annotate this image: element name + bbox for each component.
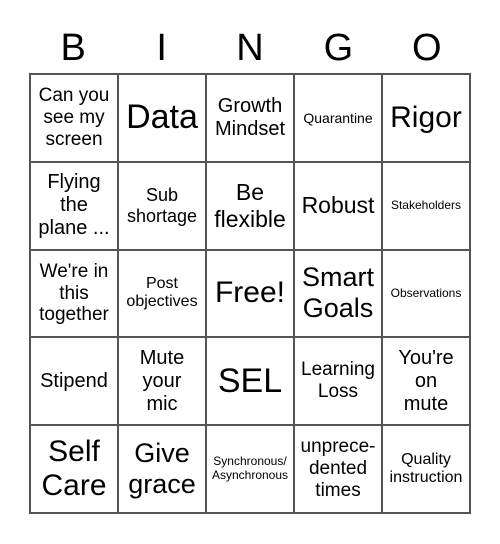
bingo-cell[interactable]: Data — [118, 74, 206, 162]
bingo-cell[interactable]: Self Care — [30, 425, 118, 513]
bingo-cell[interactable]: Be flexible — [206, 161, 294, 250]
bingo-cell[interactable]: Synchronous/ Asynchronous — [206, 425, 294, 513]
bingo-cell[interactable]: Mute your mic — [118, 337, 206, 426]
header-letter-n: N — [236, 27, 264, 69]
bingo-cell[interactable]: Observations — [382, 249, 470, 338]
bingo-cell[interactable]: Learning Loss — [294, 337, 382, 426]
bingo-cell[interactable]: Stipend — [30, 337, 118, 426]
bingo-cell[interactable]: Growth Mindset — [206, 74, 294, 162]
header-letter-b: B — [60, 27, 86, 69]
bingo-cell[interactable]: Robust — [294, 161, 382, 250]
bingo-cell[interactable]: We're in this together — [30, 249, 118, 338]
bingo-cell[interactable]: Smart Goals — [294, 249, 382, 338]
header-letter-i: I — [156, 27, 167, 69]
header-letter-o: O — [412, 27, 442, 69]
bingo-cell[interactable]: Rigor — [382, 74, 470, 162]
bingo-cell[interactable]: SEL — [206, 337, 294, 426]
free-space-cell[interactable]: Free! — [206, 249, 294, 338]
bingo-cell[interactable]: Stakeholders — [382, 161, 470, 250]
bingo-cell[interactable]: Can you see my screen — [30, 74, 118, 162]
bingo-cell[interactable]: Flying the plane ... — [30, 161, 118, 250]
bingo-cell[interactable]: Post objectives — [118, 249, 206, 338]
bingo-cell[interactable]: You're on mute — [382, 337, 470, 426]
bingo-cell[interactable]: Give grace — [118, 425, 206, 513]
header-letter-g: G — [323, 27, 354, 69]
bingo-cell[interactable]: unprece- dented times — [294, 425, 382, 513]
bingo-cell[interactable]: Quality instruction — [382, 425, 470, 513]
bingo-grid: Can you see my screen Data Growth Mindset Q… — [29, 73, 471, 514]
bingo-header: B I N G O — [29, 26, 471, 70]
bingo-cell[interactable]: Quarantine — [294, 74, 382, 162]
bingo-cell[interactable]: Sub shortage — [118, 161, 206, 250]
